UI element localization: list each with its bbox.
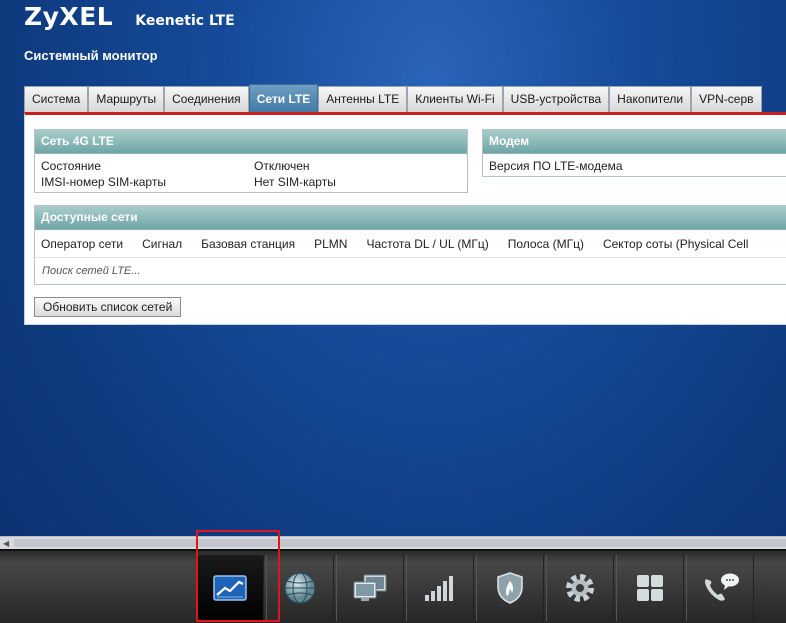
modem-firmware-label: Версия ПО LTE-модема [489, 159, 623, 173]
phone-icon [700, 571, 740, 605]
lte-status-row: Состояние Отключен [35, 158, 467, 174]
scrollbar-thumb[interactable] [14, 539, 786, 547]
available-networks-box: Доступные сети Оператор сети Сигнал Базо… [34, 205, 786, 285]
lte-status-value: Отключен [254, 159, 310, 173]
tab-routes[interactable]: Маршруты [88, 86, 165, 112]
col-operator: Оператор сети [41, 237, 124, 251]
zyxel-logo: ZyXEL [24, 2, 114, 31]
tab-system[interactable]: Система [24, 86, 89, 112]
refresh-networks-button[interactable]: Обновить список сетей [34, 297, 182, 317]
col-frequency: Частота DL / UL (МГц) [366, 237, 489, 251]
dock-internet[interactable] [266, 555, 334, 621]
imsi-value: Нет SIM-карты [254, 175, 336, 189]
dock-system-monitor[interactable] [196, 555, 264, 621]
tab-bar: Система Маршруты Соединения Сети LTE Ант… [24, 84, 786, 112]
imsi-row: IMSI-номер SIM-карты Нет SIM-карты [35, 174, 467, 190]
col-bandwidth: Полоса (МГц) [507, 237, 584, 251]
imsi-label: IMSI-номер SIM-карты [41, 175, 166, 189]
tab-usb-devices[interactable]: USB-устройства [502, 86, 610, 112]
brand: ZyXEL Keenetic LTE [24, 2, 235, 32]
horizontal-scrollbar[interactable]: ◀ [0, 536, 786, 549]
scroll-left-icon[interactable]: ◀ [3, 539, 9, 548]
settings-gear-icon [563, 571, 597, 605]
internet-globe-icon [283, 571, 317, 605]
col-base-station: Базовая станция [201, 237, 296, 251]
dock-security[interactable] [476, 555, 544, 621]
tab-wifi-clients[interactable]: Клиенты Wi-Fi [407, 86, 503, 112]
tab-connections[interactable]: Соединения [164, 86, 249, 112]
signal-bars-icon [423, 573, 457, 603]
device-model: Keenetic LTE [135, 13, 235, 29]
dock-applications[interactable] [616, 555, 684, 621]
col-cell-sector: Сектор соты (Physical Cell [602, 237, 749, 251]
networks-box-title: Доступные сети [35, 206, 786, 230]
system-monitor-icon [213, 575, 247, 601]
home-network-icon [352, 573, 388, 603]
security-shield-icon [495, 571, 525, 605]
page-title: Системный монитор [24, 48, 158, 63]
network-search-status: Поиск сетей LTE... [42, 265, 141, 277]
tab-lte-antennas[interactable]: Антенны LTE [318, 86, 408, 112]
dock-home-network[interactable] [336, 555, 404, 621]
modem-box: Модем Версия ПО LTE-модема [482, 129, 786, 177]
modem-box-title: Модем [483, 130, 786, 154]
tab-vpn[interactable]: VPN-серв [691, 86, 762, 112]
modem-firmware-row: Версия ПО LTE-модема [483, 158, 786, 174]
dock-settings[interactable] [546, 555, 614, 621]
col-plmn: PLMN [314, 237, 348, 251]
bottom-dock [0, 549, 786, 623]
dock-wireless[interactable] [406, 555, 474, 621]
tab-storage[interactable]: Накопители [609, 86, 692, 112]
lte-network-box: Сеть 4G LTE Состояние Отключен IMSI-номе… [34, 129, 468, 193]
col-signal: Сигнал [142, 237, 183, 251]
content-panel: Сеть 4G LTE Состояние Отключен IMSI-номе… [24, 112, 786, 325]
lte-status-label: Состояние [41, 159, 101, 173]
networks-table-header: Оператор сети Сигнал Базовая станция PLM… [35, 230, 786, 258]
applications-icon [635, 573, 665, 603]
dock-telephony[interactable] [686, 555, 754, 621]
lte-box-title: Сеть 4G LTE [35, 130, 467, 154]
tab-lte-networks[interactable]: Сети LTE [248, 84, 319, 112]
